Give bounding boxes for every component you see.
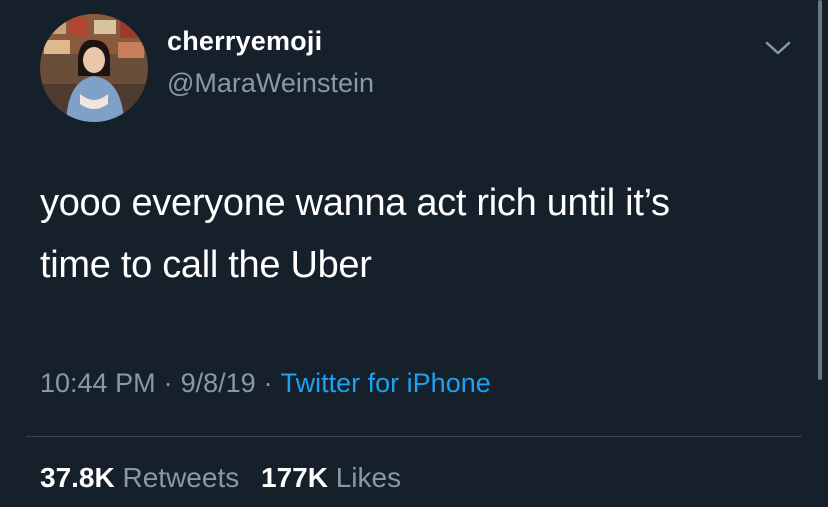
scrollbar[interactable] xyxy=(818,0,822,380)
retweets-label: Retweets xyxy=(122,462,240,493)
tweet-text: yooo everyone wanna act rich until it’s … xyxy=(40,172,780,296)
tweet-meta: 10:44 PM · 9/8/19 · Twitter for iPhone xyxy=(40,368,491,399)
tweet-text-line: yooo everyone wanna act rich until it’s xyxy=(40,182,670,224)
author-display-name[interactable]: cherryemoji xyxy=(167,26,322,57)
likes-count: 177K xyxy=(261,462,328,493)
tweet-date[interactable]: 9/8/19 xyxy=(181,368,256,398)
avatar[interactable] xyxy=(40,14,148,122)
tweet-time[interactable]: 10:44 PM xyxy=(40,368,156,398)
tweet-source-link[interactable]: Twitter for iPhone xyxy=(281,368,491,398)
avatar-image xyxy=(40,14,148,122)
divider xyxy=(26,436,802,437)
retweets-stat[interactable]: 37.8K Retweets xyxy=(40,462,239,493)
retweets-count: 37.8K xyxy=(40,462,115,493)
author-handle[interactable]: @MaraWeinstein xyxy=(167,68,374,99)
meta-separator: · xyxy=(263,368,273,398)
tweet-stats: 37.8K Retweets 177K Likes xyxy=(40,462,401,494)
tweet-text-line: time to call the Uber xyxy=(40,244,372,286)
likes-label: Likes xyxy=(335,462,402,493)
tweet-card: cherryemoji @MaraWeinstein yooo everyone… xyxy=(0,0,828,507)
meta-separator: · xyxy=(163,368,173,398)
likes-stat[interactable]: 177K Likes xyxy=(261,462,401,493)
chevron-down-icon[interactable] xyxy=(764,38,792,58)
